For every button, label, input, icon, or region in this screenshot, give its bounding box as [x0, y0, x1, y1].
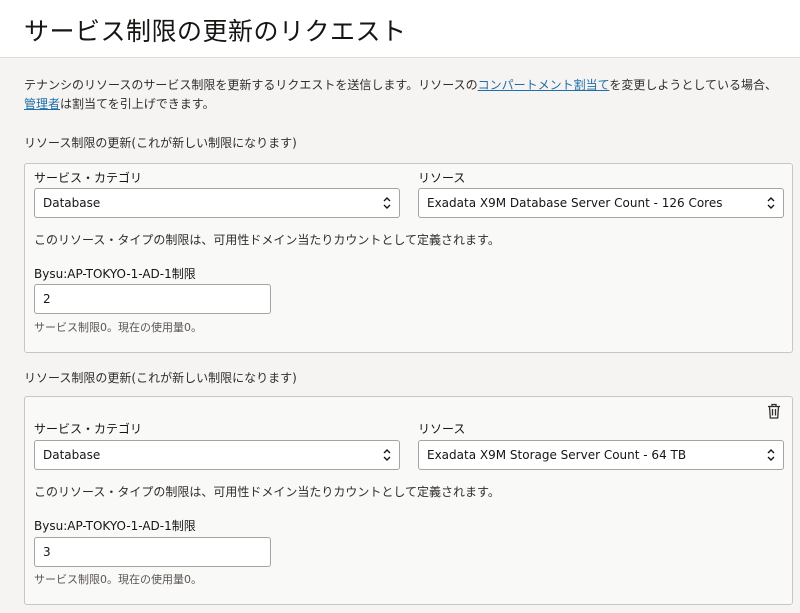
resource-value: Exadata X9M Database Server Count - 126 …	[427, 196, 723, 210]
resource-label: リソース	[418, 422, 466, 436]
usage-hint: サービス制限0。現在の使用量0。	[34, 573, 202, 586]
chevron-up-down-icon	[767, 197, 775, 209]
ad-limit-label: Bysu:AP-TOKYO-1-AD-1制限	[34, 267, 196, 281]
page-header: サービス制限の更新のリクエスト	[0, 0, 800, 58]
limit-scope-note: このリソース・タイプの制限は、可用性ドメイン当たりカウントとして定義されます。	[34, 485, 500, 499]
description-text-2: を変更しようとしている場合、	[609, 78, 778, 92]
service-category-select[interactable]: Database	[34, 188, 400, 218]
trash-icon[interactable]	[767, 403, 781, 419]
ad-limit-input[interactable]: 2	[34, 284, 271, 314]
usage-hint: サービス制限0。現在の使用量0。	[34, 321, 202, 334]
resource-select[interactable]: Exadata X9M Storage Server Count - 64 TB	[418, 440, 784, 470]
service-category-select[interactable]: Database	[34, 440, 400, 470]
limit-scope-note: このリソース・タイプの制限は、可用性ドメイン当たりカウントとして定義されます。	[34, 233, 500, 247]
chevron-up-down-icon	[383, 197, 391, 209]
ad-limit-input[interactable]: 3	[34, 537, 271, 567]
page-description: テナンシのリソースのサービス制限を更新するリクエストを送信します。リソースのコン…	[24, 76, 794, 114]
service-category-value: Database	[43, 196, 101, 210]
ad-limit-label: Bysu:AP-TOKYO-1-AD-1制限	[34, 519, 196, 533]
section-label: リソース制限の更新(これが新しい制限になります)	[24, 136, 297, 150]
description-text-1: テナンシのリソースのサービス制限を更新するリクエストを送信します。リソースの	[24, 78, 478, 92]
chevron-up-down-icon	[383, 449, 391, 461]
limit-request-panel: サービス・カテゴリ Database リソース Exadata X9M Data…	[24, 163, 793, 353]
resource-select[interactable]: Exadata X9M Database Server Count - 126 …	[418, 188, 784, 218]
service-category-value: Database	[43, 448, 101, 462]
administrator-link[interactable]: 管理者	[24, 97, 60, 111]
description-text-3: は割当てを引上げできます。	[60, 97, 215, 111]
chevron-up-down-icon	[767, 449, 775, 461]
service-category-label: サービス・カテゴリ	[34, 422, 143, 436]
service-category-label: サービス・カテゴリ	[34, 171, 143, 185]
resource-label: リソース	[418, 171, 466, 185]
resource-value: Exadata X9M Storage Server Count - 64 TB	[427, 448, 687, 462]
section-label: リソース制限の更新(これが新しい制限になります)	[24, 371, 297, 385]
limit-request-panel: サービス・カテゴリ Database リソース Exadata X9M Stor…	[24, 396, 793, 605]
page-title: サービス制限の更新のリクエスト	[24, 17, 407, 46]
compartment-quota-link[interactable]: コンパートメント割当て	[478, 78, 610, 92]
